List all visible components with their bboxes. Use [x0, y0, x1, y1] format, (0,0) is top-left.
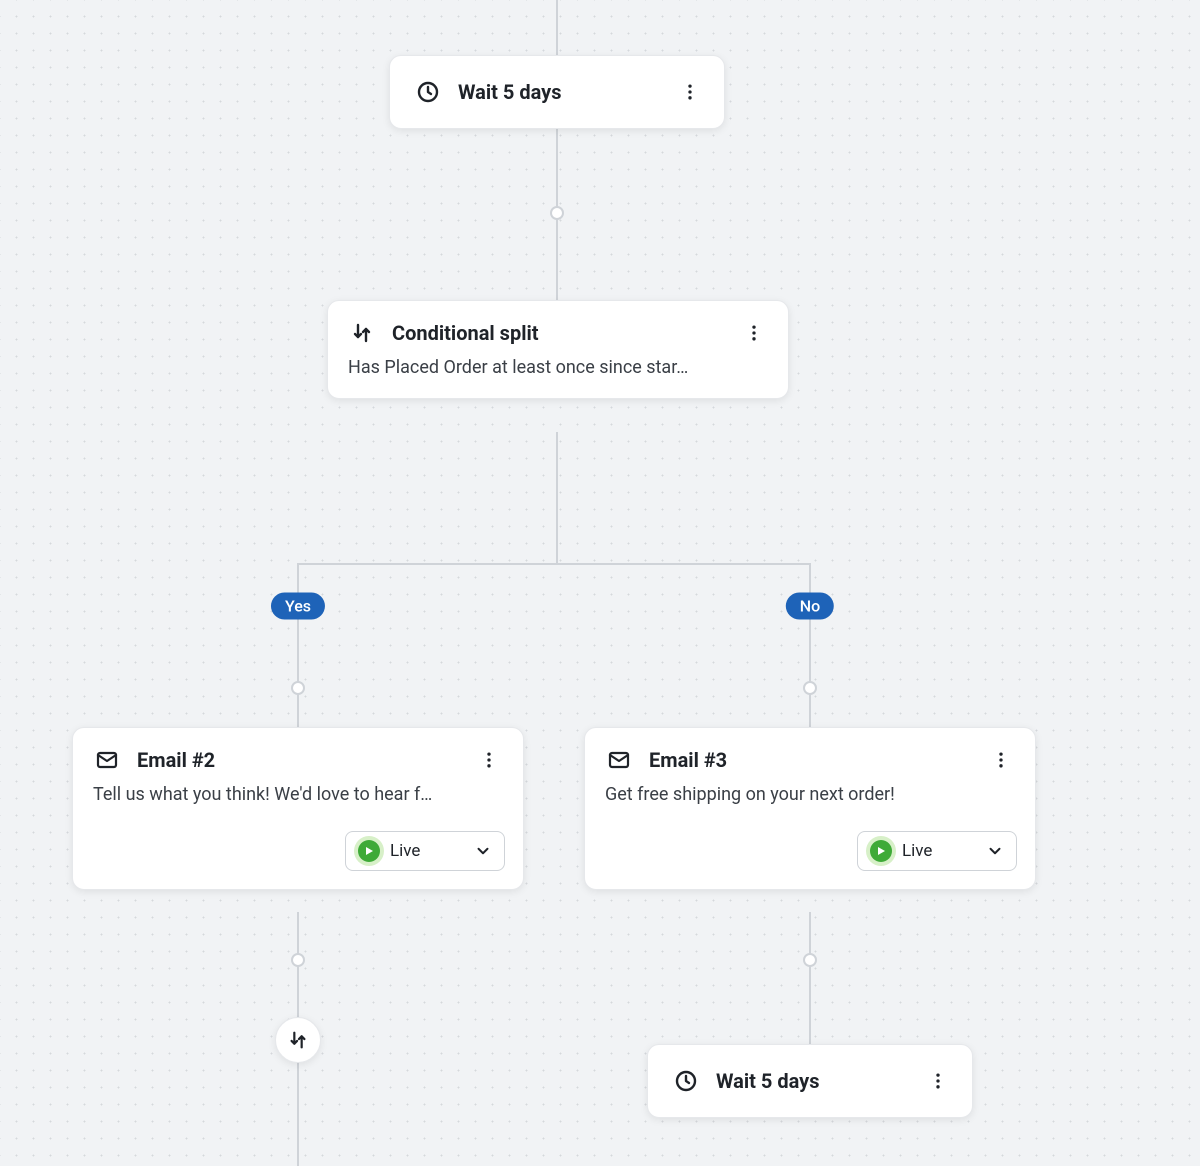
branch-pill-no[interactable]: No [786, 593, 834, 620]
clock-icon [672, 1067, 700, 1095]
flow-node-wait[interactable]: Wait 5 days [647, 1044, 973, 1118]
chevron-down-icon [474, 842, 492, 860]
status-dropdown[interactable]: Live [345, 831, 505, 871]
chevron-down-icon [986, 842, 1004, 860]
status-label: Live [902, 841, 976, 861]
play-icon [358, 840, 380, 862]
connector-line [556, 0, 558, 300]
flow-node-conditional-split[interactable]: Conditional split Has Placed Order at le… [327, 300, 789, 399]
node-title: Wait 5 days [458, 80, 660, 104]
connector-handle[interactable] [803, 953, 817, 967]
node-description: Has Placed Order at least once since sta… [328, 357, 788, 398]
branch-pill-yes[interactable]: Yes [271, 593, 325, 620]
flow-node-email-2[interactable]: Email #2 Tell us what you think! We'd lo… [72, 727, 524, 890]
node-title: Email #2 [137, 748, 459, 772]
split-icon [348, 319, 376, 347]
connector-line [297, 563, 299, 729]
node-title: Conditional split [392, 321, 724, 345]
connector-handle[interactable] [550, 206, 564, 220]
node-menu-button[interactable] [740, 319, 768, 347]
flow-node-email-3[interactable]: Email #3 Get free shipping on your next … [584, 727, 1036, 890]
envelope-icon [93, 746, 121, 774]
node-description: Tell us what you think! We'd love to hea… [73, 784, 523, 825]
connector-line [809, 912, 811, 1046]
node-title: Wait 5 days [716, 1069, 908, 1093]
connector-line [556, 432, 558, 564]
envelope-icon [605, 746, 633, 774]
node-menu-button[interactable] [676, 78, 704, 106]
node-title: Email #3 [649, 748, 971, 772]
connector-line [809, 563, 811, 729]
connector-handle[interactable] [803, 681, 817, 695]
branch-label: No [800, 597, 820, 616]
play-icon [870, 840, 892, 862]
connector-handle[interactable] [291, 953, 305, 967]
connector-handle[interactable] [291, 681, 305, 695]
clock-icon [414, 78, 442, 106]
connector-line [298, 563, 810, 565]
node-description: Get free shipping on your next order! [585, 784, 1035, 825]
split-icon [284, 1026, 312, 1054]
branch-label: Yes [285, 597, 311, 616]
node-menu-button[interactable] [475, 746, 503, 774]
node-menu-button[interactable] [924, 1067, 952, 1095]
mini-split-node[interactable] [275, 1017, 321, 1063]
flow-node-wait[interactable]: Wait 5 days [389, 55, 725, 129]
status-label: Live [390, 841, 464, 861]
node-menu-button[interactable] [987, 746, 1015, 774]
status-dropdown[interactable]: Live [857, 831, 1017, 871]
